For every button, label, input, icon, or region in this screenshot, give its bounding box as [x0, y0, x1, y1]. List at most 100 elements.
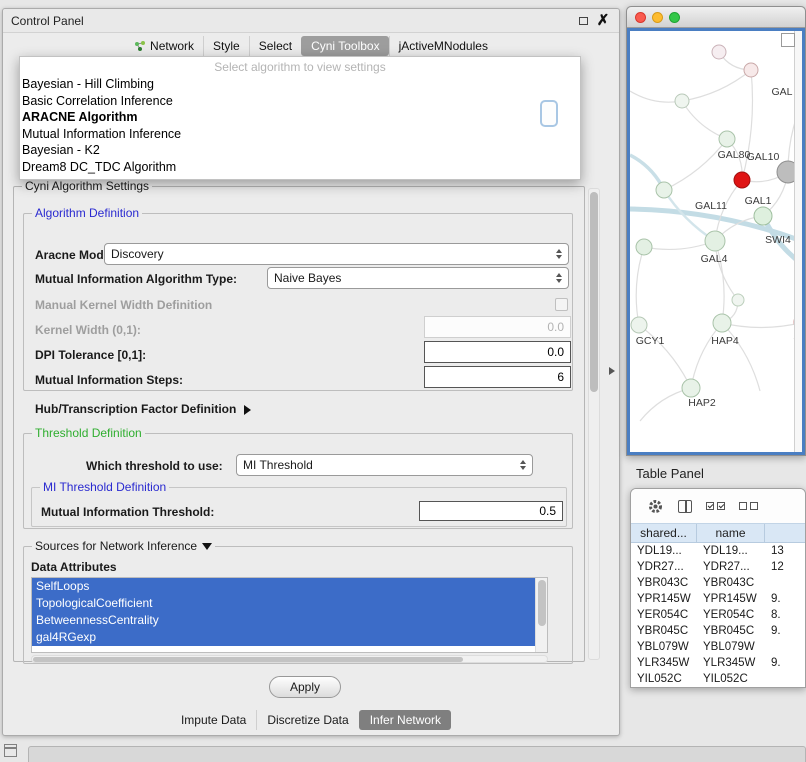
mi-type-select[interactable]: Naive Bayes — [267, 267, 569, 289]
zoom-traffic-light[interactable] — [669, 12, 680, 23]
table-cell[interactable]: YDR27... — [697, 561, 765, 573]
table-cell[interactable]: 9. — [765, 657, 805, 669]
table-cell[interactable]: YER054C — [631, 609, 697, 621]
network-edge[interactable] — [664, 139, 727, 190]
sources-legend[interactable]: Sources for Network Inference — [32, 539, 215, 553]
table-row[interactable]: YBR045CYBR045C9. — [631, 623, 805, 639]
network-edge[interactable] — [722, 323, 760, 391]
birdseye-toggle-button[interactable] — [781, 33, 795, 47]
column-header-partial[interactable] — [765, 524, 805, 542]
network-node[interactable] — [682, 379, 700, 397]
dropdown-item[interactable]: Dream8 DC_TDC Algorithm — [20, 159, 580, 176]
data-attributes-list[interactable]: SelfLoopsTopologicalCoefficientBetweenne… — [31, 577, 548, 653]
table-row[interactable]: YIL052CYIL052C — [631, 671, 805, 687]
tab-style[interactable]: Style — [203, 36, 249, 56]
network-scrollbar[interactable] — [794, 31, 802, 452]
network-edge[interactable] — [682, 70, 751, 101]
network-node[interactable] — [712, 45, 726, 59]
table-row[interactable]: YDR27...YDR27...12 — [631, 559, 805, 575]
network-node[interactable] — [719, 131, 735, 147]
list-horizontal-scrollbar[interactable] — [31, 655, 548, 663]
settings-vertical-scrollbar[interactable] — [588, 188, 600, 660]
table-cell[interactable]: YBL079W — [697, 641, 765, 653]
restore-panel-icon[interactable] — [4, 744, 17, 757]
control-panel-titlebar[interactable]: Control Panel ✗ — [3, 9, 619, 33]
table-row[interactable]: YBL079WYBL079W — [631, 639, 805, 655]
network-edge[interactable] — [636, 247, 644, 325]
table-row[interactable]: YDL19...YDL19...13 — [631, 543, 805, 559]
table-cell[interactable]: YPR145W — [697, 593, 765, 605]
dropdown-item[interactable]: Bayesian - Hill Climbing — [20, 76, 580, 93]
table-cell[interactable]: YBR045C — [631, 625, 697, 637]
dpi-tolerance-input[interactable] — [424, 341, 571, 363]
mi-threshold-input[interactable] — [419, 501, 563, 521]
table-row[interactable]: YPR145WYPR145W9. — [631, 591, 805, 607]
table-cell[interactable]: YIL052C — [697, 673, 765, 685]
network-edge[interactable] — [682, 101, 727, 139]
table-row[interactable]: YLR345WYLR345W9. — [631, 655, 805, 671]
table-cell[interactable]: YBL079W — [631, 641, 697, 653]
tab-jactivemnodules[interactable]: jActiveMNodules — [389, 36, 497, 56]
network-edge[interactable] — [691, 323, 722, 388]
table-cell[interactable]: YBR043C — [631, 577, 697, 589]
table-cell[interactable]: YLR345W — [697, 657, 765, 669]
network-edge[interactable] — [722, 322, 802, 328]
network-node[interactable] — [754, 207, 772, 225]
table-cell[interactable]: YDL19... — [631, 545, 697, 557]
columns-icon[interactable] — [678, 500, 692, 513]
tab-network[interactable]: Network — [125, 36, 203, 56]
table-cell[interactable]: 12 — [765, 561, 805, 573]
attribute-list-item[interactable]: TopologicalCoefficient — [32, 595, 535, 612]
table-cell[interactable]: 9. — [765, 593, 805, 605]
column-header-shared-name[interactable]: shared... — [631, 524, 697, 542]
select-all-columns-icon[interactable] — [706, 502, 725, 510]
table-row[interactable]: YBR043CYBR043C — [631, 575, 805, 591]
mi-steps-input[interactable] — [424, 366, 571, 388]
network-node[interactable] — [713, 314, 731, 332]
collapsed-bottom-panel[interactable] — [28, 746, 806, 762]
network-node[interactable] — [631, 317, 647, 333]
table-cell[interactable]: 8. — [765, 609, 805, 621]
network-edge[interactable] — [742, 70, 752, 180]
scrollbar-thumb[interactable] — [538, 580, 546, 626]
tab-cyni-toolbox[interactable]: Cyni Toolbox — [301, 36, 388, 56]
scrollbar-thumb[interactable] — [33, 657, 463, 662]
attribute-list-item[interactable]: SelfLoops — [32, 578, 535, 595]
table-cell[interactable]: YDR27... — [631, 561, 697, 573]
network-node[interactable] — [705, 231, 725, 251]
network-window-titlebar[interactable] — [627, 7, 805, 28]
network-canvas[interactable]: GALGAL80GAL10GAL11GAL1SWI4GAL4GCY1HAP4YH… — [630, 31, 802, 452]
close-icon[interactable]: ✗ — [595, 13, 611, 29]
which-threshold-select[interactable]: MI Threshold — [236, 454, 533, 476]
table-cell[interactable]: YLR345W — [631, 657, 697, 669]
aracne-mode-select[interactable]: Discovery — [104, 243, 569, 265]
apply-button[interactable]: Apply — [269, 676, 341, 698]
tab-infer-network[interactable]: Infer Network — [359, 710, 451, 730]
network-node[interactable] — [734, 172, 750, 188]
deselect-all-columns-icon[interactable] — [739, 502, 758, 510]
network-node[interactable] — [636, 239, 652, 255]
dropdown-item[interactable]: ARACNE Algorithm — [20, 109, 580, 126]
table-cell[interactable]: 13 — [765, 545, 805, 557]
tab-impute-data[interactable]: Impute Data — [171, 710, 256, 730]
table-cell[interactable]: YPR145W — [631, 593, 697, 605]
table-cell[interactable]: YER054C — [697, 609, 765, 621]
column-header-name[interactable]: name — [697, 524, 765, 542]
table-cell[interactable]: 9. — [765, 625, 805, 637]
attribute-list-item[interactable]: BetweennessCentrality — [32, 612, 535, 629]
dropdown-item[interactable]: Mutual Information Inference — [20, 126, 580, 143]
attribute-list-item[interactable]: gal4RGexp — [32, 629, 535, 646]
close-traffic-light[interactable] — [635, 12, 646, 23]
dropdown-item[interactable]: Bayesian - K2 — [20, 142, 580, 159]
minimize-traffic-light[interactable] — [652, 12, 663, 23]
network-edge[interactable] — [644, 241, 715, 249]
network-node[interactable] — [732, 294, 744, 306]
dropdown-item[interactable]: Basic Correlation Inference — [20, 93, 580, 110]
tab-select[interactable]: Select — [249, 36, 301, 56]
network-node[interactable] — [656, 182, 672, 198]
hub-definition-expander[interactable]: Hub/Transcription Factor Definition — [35, 402, 251, 416]
network-node[interactable] — [675, 94, 689, 108]
table-cell[interactable]: YBR043C — [697, 577, 765, 589]
table-row[interactable]: YER054CYER054C8. — [631, 607, 805, 623]
table-cell[interactable]: YBR045C — [697, 625, 765, 637]
